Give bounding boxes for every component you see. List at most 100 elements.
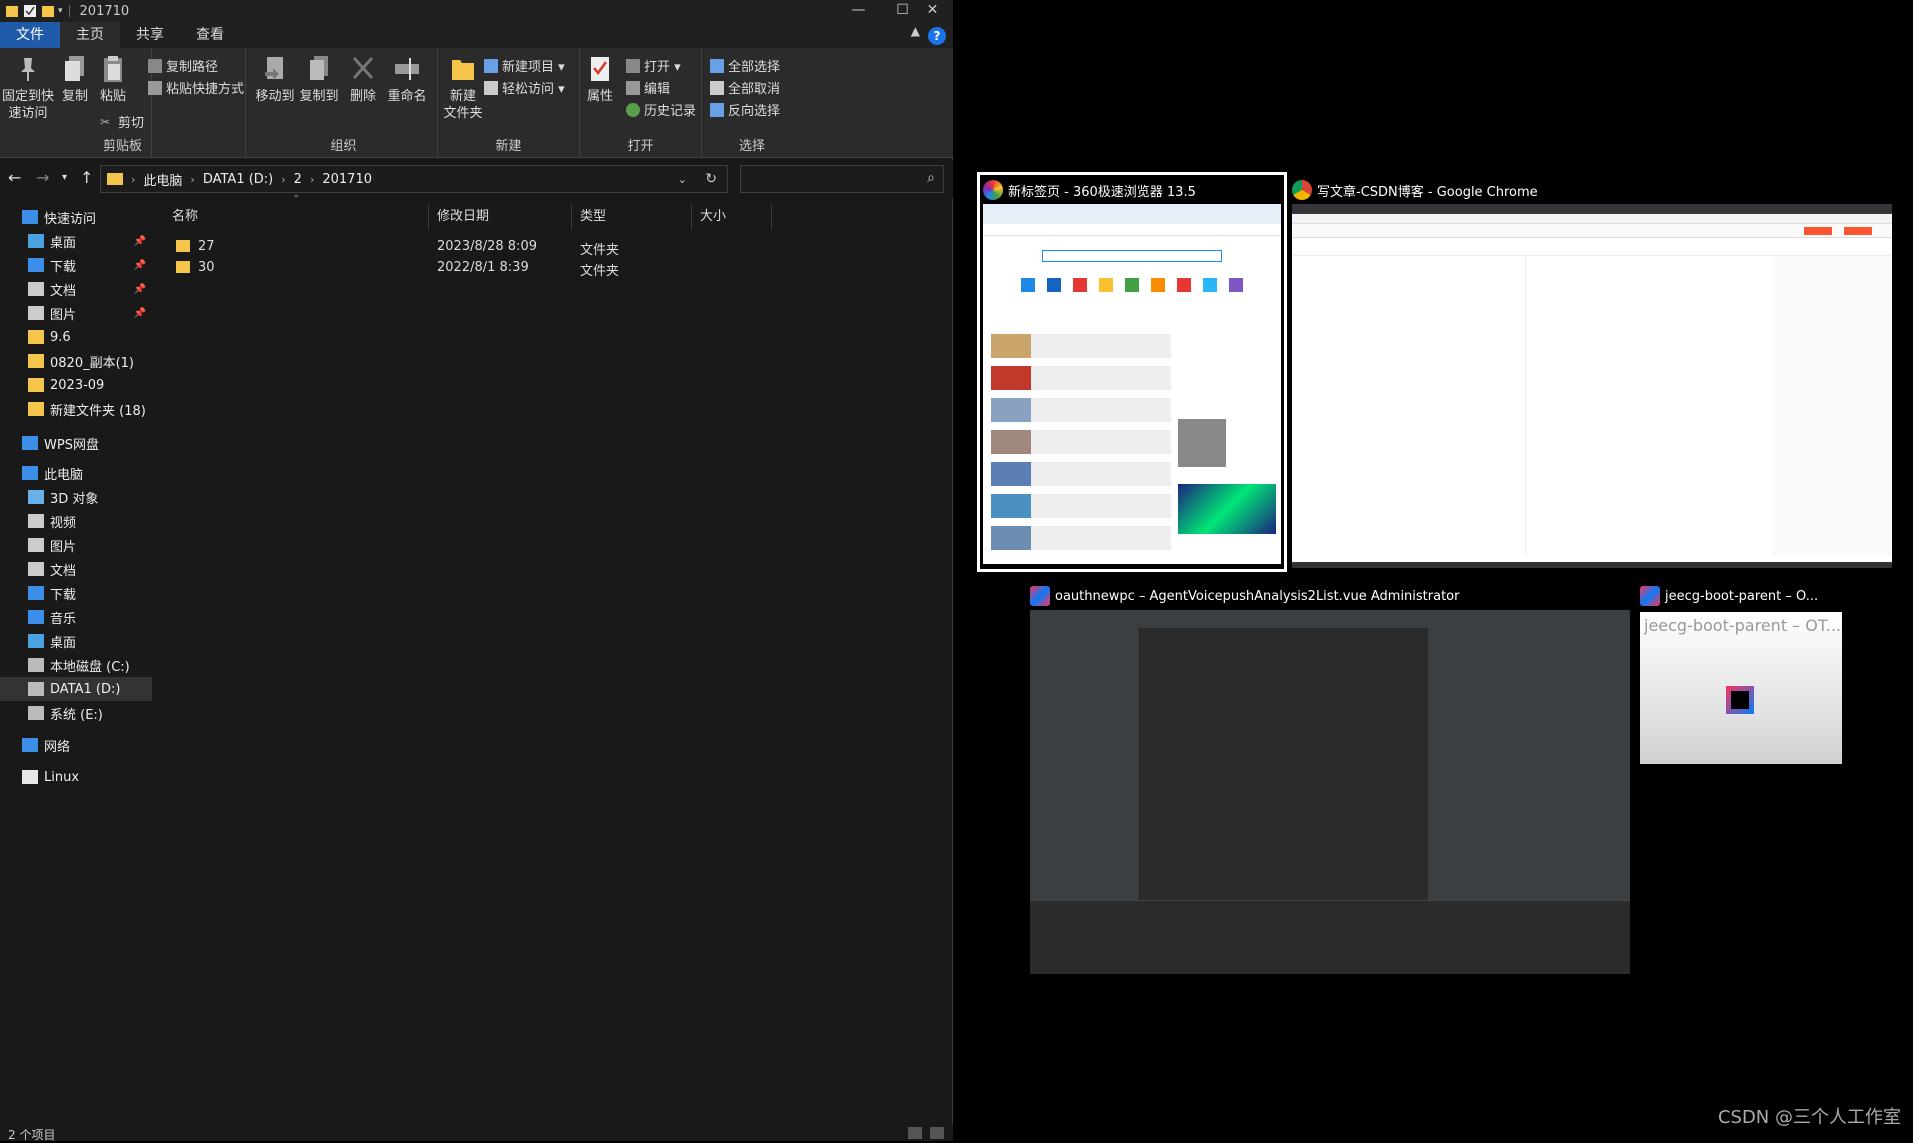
- easy-access-button[interactable]: 轻松访问 ▾: [484, 78, 565, 97]
- tab-share[interactable]: 共享: [120, 22, 180, 48]
- sidebar-item[interactable]: Linux: [0, 765, 152, 789]
- recent-locations-icon[interactable]: ▾: [62, 172, 67, 183]
- sidebar-item[interactable]: DATA1 (D:): [0, 677, 152, 701]
- quick-access-dropdown-icon[interactable]: ▾: [58, 6, 63, 16]
- move-to-button[interactable]: 移动到: [254, 54, 296, 105]
- item-count: 2 个项目: [8, 1128, 56, 1142]
- copy-to-button[interactable]: 复制到: [298, 54, 340, 105]
- organize-group-label: 组织: [330, 139, 357, 154]
- copy-path-button[interactable]: 复制路径: [148, 56, 218, 75]
- history-button[interactable]: 历史记录: [626, 100, 696, 119]
- large-icons-view-icon[interactable]: [930, 1127, 944, 1139]
- table-row[interactable]: 27 2023/8/28 8:09 文件夹: [162, 236, 782, 258]
- address-dropdown-icon[interactable]: ⌄: [678, 173, 687, 186]
- copy-button[interactable]: 复制: [58, 54, 92, 105]
- pin-icon: 📌: [133, 235, 146, 247]
- sidebar-item[interactable]: 2023-09: [0, 373, 152, 397]
- table-row[interactable]: 30 2022/8/1 8:39 文件夹: [162, 257, 782, 279]
- sidebar-item[interactable]: 本地磁盘 (C:): [0, 653, 152, 677]
- breadcrumb-current[interactable]: 201710: [322, 172, 372, 187]
- shortcut-icon: [1073, 278, 1087, 292]
- cut-button[interactable]: ✂ 剪切: [100, 112, 144, 132]
- breadcrumb-drive[interactable]: DATA1 (D:): [203, 172, 273, 187]
- sidebar-item[interactable]: 图片: [0, 533, 152, 557]
- copy-to-icon: [310, 56, 328, 80]
- new-folder-button[interactable]: 新建 文件夹: [442, 54, 484, 122]
- up-icon[interactable]: ↑: [80, 168, 93, 187]
- tab-file[interactable]: 文件: [0, 22, 60, 48]
- sidebar-item[interactable]: 音乐: [0, 605, 152, 629]
- open-button[interactable]: 打开 ▾: [626, 56, 681, 75]
- sidebar-item[interactable]: 网络: [0, 733, 152, 757]
- alt-tab-thumbnail-chrome[interactable]: [1292, 204, 1892, 568]
- properties-label: 属性: [586, 89, 613, 104]
- properties-button[interactable]: 属性: [582, 54, 618, 105]
- sidebar-item[interactable]: 下载: [0, 581, 152, 605]
- sidebar-item[interactable]: 3D 对象: [0, 485, 152, 509]
- new-item-button[interactable]: 新建项目 ▾: [484, 56, 565, 75]
- sidebar-item-label: 本地磁盘 (C:): [50, 659, 130, 675]
- sidebar-item[interactable]: 下载 📌: [0, 253, 152, 277]
- copy-icon: [65, 56, 84, 81]
- shortcut-icon: [1125, 278, 1139, 292]
- paste-button[interactable]: 粘贴: [96, 54, 130, 105]
- select-all-button[interactable]: 全部选择: [710, 56, 780, 75]
- select-none-button[interactable]: 全部取消: [710, 78, 780, 97]
- forward-icon[interactable]: →: [36, 168, 49, 187]
- alt-tab-title-idea-1[interactable]: oauthnewpc – AgentVoicepushAnalysis2List…: [1030, 586, 1459, 606]
- sidebar-item[interactable]: 桌面: [0, 629, 152, 653]
- breadcrumb-separator: ›: [190, 172, 195, 186]
- rename-button[interactable]: 重命名: [386, 54, 428, 105]
- collapse-ribbon-icon[interactable]: ▲: [911, 24, 920, 38]
- column-type[interactable]: 类型: [572, 204, 692, 230]
- invert-selection-label: 反向选择: [728, 104, 781, 119]
- alt-tab-title-idea-2[interactable]: jeecg-boot-parent – O...: [1640, 586, 1818, 606]
- sidebar-item[interactable]: 视频: [0, 509, 152, 533]
- sidebar-item[interactable]: 新建文件夹 (18): [0, 397, 152, 421]
- sidebar-item[interactable]: 0820_副本(1): [0, 349, 152, 373]
- alt-tab-thumbnail-idea-2[interactable]: jeecg-boot-parent – OT...: [1640, 612, 1842, 764]
- sidebar-item[interactable]: 文档: [0, 557, 152, 581]
- paste-shortcut-button[interactable]: 粘贴快捷方式: [148, 78, 244, 97]
- paste-shortcut-icon: [148, 80, 162, 95]
- sidebar-item[interactable]: WPS网盘: [0, 431, 152, 455]
- sidebar-item[interactable]: 此电脑: [0, 461, 152, 485]
- invert-selection-button[interactable]: 反向选择: [710, 100, 780, 119]
- breadcrumb-separator: ›: [131, 172, 136, 186]
- refresh-icon[interactable]: ↻: [705, 171, 717, 187]
- back-icon[interactable]: ←: [8, 168, 21, 187]
- column-modified[interactable]: 修改日期: [429, 204, 572, 230]
- delete-button[interactable]: 删除: [346, 54, 380, 105]
- tab-home[interactable]: 主页: [60, 22, 120, 48]
- file-list: ⌃ 名称 修改日期 类型 大小 27 2023/8/28 8:09 文件夹 30…: [152, 194, 952, 1125]
- address-bar[interactable]: › 此电脑 › DATA1 (D:) › 2 › 201710 ⌄ ↻: [100, 165, 728, 193]
- column-name[interactable]: 名称: [164, 204, 429, 230]
- sidebar-item[interactable]: 9.6: [0, 325, 152, 349]
- details-view-icon[interactable]: [908, 1127, 922, 1139]
- breadcrumb-folder-2[interactable]: 2: [294, 172, 302, 187]
- alt-tab-thumbnail-idea-1[interactable]: [1030, 610, 1630, 974]
- alt-tab-thumbnail-360[interactable]: [983, 204, 1281, 564]
- close-button[interactable]: ✕: [910, 0, 955, 22]
- document-icon: [28, 282, 44, 296]
- search-input[interactable]: ⌕: [740, 165, 944, 193]
- properties-icon[interactable]: [24, 4, 36, 18]
- linux-icon: [22, 770, 38, 784]
- sidebar-item[interactable]: 快速访问: [0, 205, 152, 229]
- column-size[interactable]: 大小: [692, 204, 772, 230]
- alt-tab-title-360[interactable]: 新标签页 - 360极速浏览器 13.5: [983, 180, 1196, 200]
- pin-quick-access-button[interactable]: 固定到快 速访问: [2, 54, 54, 122]
- sidebar-item[interactable]: 桌面 📌: [0, 229, 152, 253]
- tab-view[interactable]: 查看: [180, 22, 240, 48]
- minimize-button[interactable]: —: [836, 0, 881, 22]
- breadcrumb-this-pc[interactable]: 此电脑: [143, 170, 182, 189]
- sidebar-item[interactable]: 系统 (E:): [0, 701, 152, 725]
- help-icon[interactable]: ?: [928, 27, 946, 45]
- alt-tab-title-chrome[interactable]: 写文章-CSDN博客 - Google Chrome: [1292, 180, 1538, 200]
- sidebar-item[interactable]: 文档 📌: [0, 277, 152, 301]
- folder-icon: [6, 6, 18, 17]
- sidebar-item[interactable]: 图片 📌: [0, 301, 152, 325]
- edit-button[interactable]: 编辑: [626, 78, 670, 97]
- new-folder-icon[interactable]: [42, 4, 54, 18]
- new-folder-label-1: 新建: [449, 89, 476, 104]
